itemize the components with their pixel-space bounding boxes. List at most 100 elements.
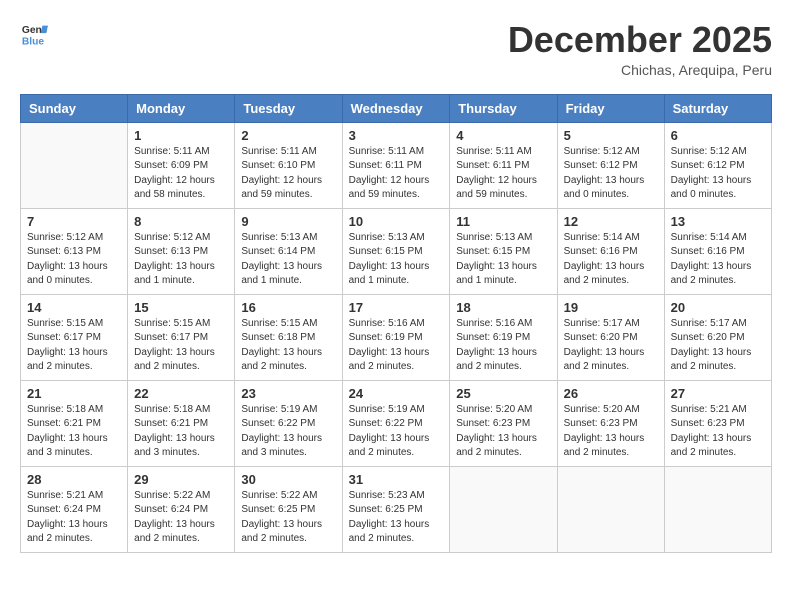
calendar-cell: 25 Sunrise: 5:20 AM Sunset: 6:23 PM Dayli… — [450, 380, 557, 466]
day-info: Sunrise: 5:11 AM Sunset: 6:10 PM Dayligh… — [241, 145, 335, 203]
day-number: 16 — [241, 300, 335, 315]
calendar-week-row: 1 Sunrise: 5:11 AM Sunset: 6:09 PM Daylig… — [21, 122, 772, 208]
day-info: Sunrise: 5:16 AM Sunset: 6:19 PM Dayligh… — [349, 317, 444, 375]
day-number: 21 — [27, 386, 121, 401]
day-number: 27 — [671, 386, 765, 401]
day-info: Sunrise: 5:19 AM Sunset: 6:22 PM Dayligh… — [349, 403, 444, 461]
day-number: 30 — [241, 472, 335, 487]
calendar-cell: 30 Sunrise: 5:22 AM Sunset: 6:25 PM Dayli… — [235, 466, 342, 552]
day-info: Sunrise: 5:15 AM Sunset: 6:18 PM Dayligh… — [241, 317, 335, 375]
day-number: 9 — [241, 214, 335, 229]
calendar-cell: 26Sunrise: 5:20 AM Sunset: 6:23 PM Dayli… — [557, 380, 664, 466]
calendar-cell — [450, 466, 557, 552]
calendar-cell: 14 Sunrise: 5:15 AM Sunset: 6:17 PM Dayli… — [21, 294, 128, 380]
day-number: 6 — [671, 128, 765, 143]
calendar-cell: 17Sunrise: 5:16 AM Sunset: 6:19 PM Dayli… — [342, 294, 450, 380]
day-info: Sunrise: 5:15 AM Sunset: 6:17 PM Dayligh… — [134, 317, 228, 375]
calendar-cell: 2 Sunrise: 5:11 AM Sunset: 6:10 PM Daylig… — [235, 122, 342, 208]
calendar-header-tuesday: Tuesday — [235, 94, 342, 122]
day-number: 22 — [134, 386, 228, 401]
day-info: Sunrise: 5:14 AM Sunset: 6:16 PM Dayligh… — [671, 231, 765, 289]
day-number: 19 — [564, 300, 658, 315]
calendar-cell: 23 Sunrise: 5:19 AM Sunset: 6:22 PM Dayli… — [235, 380, 342, 466]
calendar-cell — [557, 466, 664, 552]
day-number: 25 — [456, 386, 550, 401]
day-number: 10 — [349, 214, 444, 229]
day-number: 28 — [27, 472, 121, 487]
day-number: 14 — [27, 300, 121, 315]
day-info: Sunrise: 5:13 AM Sunset: 6:15 PM Dayligh… — [349, 231, 444, 289]
day-number: 23 — [241, 386, 335, 401]
day-number: 20 — [671, 300, 765, 315]
calendar-header-wednesday: Wednesday — [342, 94, 450, 122]
location-subtitle: Chichas, Arequipa, Peru — [508, 62, 772, 78]
day-info: Sunrise: 5:18 AM Sunset: 6:21 PM Dayligh… — [134, 403, 228, 461]
day-info: Sunrise: 5:11 AM Sunset: 6:09 PM Dayligh… — [134, 145, 228, 203]
calendar-cell: 13Sunrise: 5:14 AM Sunset: 6:16 PM Dayli… — [664, 208, 771, 294]
day-number: 15 — [134, 300, 228, 315]
day-info: Sunrise: 5:14 AM Sunset: 6:16 PM Dayligh… — [564, 231, 658, 289]
day-number: 18 — [456, 300, 550, 315]
title-area: December 2025 Chichas, Arequipa, Peru — [508, 20, 772, 78]
day-number: 24 — [349, 386, 444, 401]
day-info: Sunrise: 5:13 AM Sunset: 6:14 PM Dayligh… — [241, 231, 335, 289]
day-info: Sunrise: 5:22 AM Sunset: 6:24 PM Dayligh… — [134, 489, 228, 547]
day-info: Sunrise: 5:23 AM Sunset: 6:25 PM Dayligh… — [349, 489, 444, 547]
calendar-cell: 31Sunrise: 5:23 AM Sunset: 6:25 PM Dayli… — [342, 466, 450, 552]
day-info: Sunrise: 5:16 AM Sunset: 6:19 PM Dayligh… — [456, 317, 550, 375]
calendar-cell: 3 Sunrise: 5:11 AM Sunset: 6:11 PM Daylig… — [342, 122, 450, 208]
month-title: December 2025 — [508, 20, 772, 60]
calendar-cell: 20 Sunrise: 5:17 AM Sunset: 6:20 PM Dayli… — [664, 294, 771, 380]
calendar-cell: 10 Sunrise: 5:13 AM Sunset: 6:15 PM Dayli… — [342, 208, 450, 294]
calendar-cell — [664, 466, 771, 552]
calendar-week-row: 7 Sunrise: 5:12 AM Sunset: 6:13 PM Daylig… — [21, 208, 772, 294]
calendar-table: SundayMondayTuesdayWednesdayThursdayFrid… — [20, 94, 772, 553]
day-info: Sunrise: 5:15 AM Sunset: 6:17 PM Dayligh… — [27, 317, 121, 375]
calendar-week-row: 14 Sunrise: 5:15 AM Sunset: 6:17 PM Dayli… — [21, 294, 772, 380]
calendar-cell: 28 Sunrise: 5:21 AM Sunset: 6:24 PM Dayli… — [21, 466, 128, 552]
day-number: 7 — [27, 214, 121, 229]
day-info: Sunrise: 5:17 AM Sunset: 6:20 PM Dayligh… — [671, 317, 765, 375]
day-number: 5 — [564, 128, 658, 143]
calendar-cell: 8 Sunrise: 5:12 AM Sunset: 6:13 PM Daylig… — [128, 208, 235, 294]
day-number: 29 — [134, 472, 228, 487]
calendar-cell: 19Sunrise: 5:17 AM Sunset: 6:20 PM Dayli… — [557, 294, 664, 380]
calendar-cell: 18 Sunrise: 5:16 AM Sunset: 6:19 PM Dayli… — [450, 294, 557, 380]
day-number: 2 — [241, 128, 335, 143]
calendar-header-thursday: Thursday — [450, 94, 557, 122]
day-info: Sunrise: 5:19 AM Sunset: 6:22 PM Dayligh… — [241, 403, 335, 461]
svg-text:Blue: Blue — [22, 36, 45, 47]
day-info: Sunrise: 5:21 AM Sunset: 6:23 PM Dayligh… — [671, 403, 765, 461]
calendar-header-saturday: Saturday — [664, 94, 771, 122]
calendar-cell: 22 Sunrise: 5:18 AM Sunset: 6:21 PM Dayli… — [128, 380, 235, 466]
day-info: Sunrise: 5:11 AM Sunset: 6:11 PM Dayligh… — [349, 145, 444, 203]
day-info: Sunrise: 5:21 AM Sunset: 6:24 PM Dayligh… — [27, 489, 121, 547]
calendar-cell: 6 Sunrise: 5:12 AM Sunset: 6:12 PM Daylig… — [664, 122, 771, 208]
calendar-header-sunday: Sunday — [21, 94, 128, 122]
day-number: 3 — [349, 128, 444, 143]
calendar-header-monday: Monday — [128, 94, 235, 122]
day-info: Sunrise: 5:12 AM Sunset: 6:13 PM Dayligh… — [134, 231, 228, 289]
day-number: 8 — [134, 214, 228, 229]
day-number: 1 — [134, 128, 228, 143]
day-info: Sunrise: 5:12 AM Sunset: 6:12 PM Dayligh… — [671, 145, 765, 203]
calendar-cell: 9 Sunrise: 5:13 AM Sunset: 6:14 PM Daylig… — [235, 208, 342, 294]
day-info: Sunrise: 5:20 AM Sunset: 6:23 PM Dayligh… — [456, 403, 550, 461]
header: General Blue December 2025 Chichas, Areq… — [20, 20, 772, 78]
calendar-cell: 15 Sunrise: 5:15 AM Sunset: 6:17 PM Dayli… — [128, 294, 235, 380]
calendar-cell: 7Sunrise: 5:12 AM Sunset: 6:13 PM Daylig… — [21, 208, 128, 294]
calendar-header-row: SundayMondayTuesdayWednesdayThursdayFrid… — [21, 94, 772, 122]
calendar-cell — [21, 122, 128, 208]
day-info: Sunrise: 5:22 AM Sunset: 6:25 PM Dayligh… — [241, 489, 335, 547]
day-number: 26 — [564, 386, 658, 401]
day-info: Sunrise: 5:11 AM Sunset: 6:11 PM Dayligh… — [456, 145, 550, 203]
calendar-cell: 1 Sunrise: 5:11 AM Sunset: 6:09 PM Daylig… — [128, 122, 235, 208]
day-info: Sunrise: 5:18 AM Sunset: 6:21 PM Dayligh… — [27, 403, 121, 461]
calendar-week-row: 21 Sunrise: 5:18 AM Sunset: 6:21 PM Dayli… — [21, 380, 772, 466]
calendar-cell: 16 Sunrise: 5:15 AM Sunset: 6:18 PM Dayli… — [235, 294, 342, 380]
calendar-cell: 21 Sunrise: 5:18 AM Sunset: 6:21 PM Dayli… — [21, 380, 128, 466]
calendar-cell: 11Sunrise: 5:13 AM Sunset: 6:15 PM Dayli… — [450, 208, 557, 294]
day-number: 12 — [564, 214, 658, 229]
calendar-week-row: 28 Sunrise: 5:21 AM Sunset: 6:24 PM Dayli… — [21, 466, 772, 552]
calendar-cell: 5Sunrise: 5:12 AM Sunset: 6:12 PM Daylig… — [557, 122, 664, 208]
